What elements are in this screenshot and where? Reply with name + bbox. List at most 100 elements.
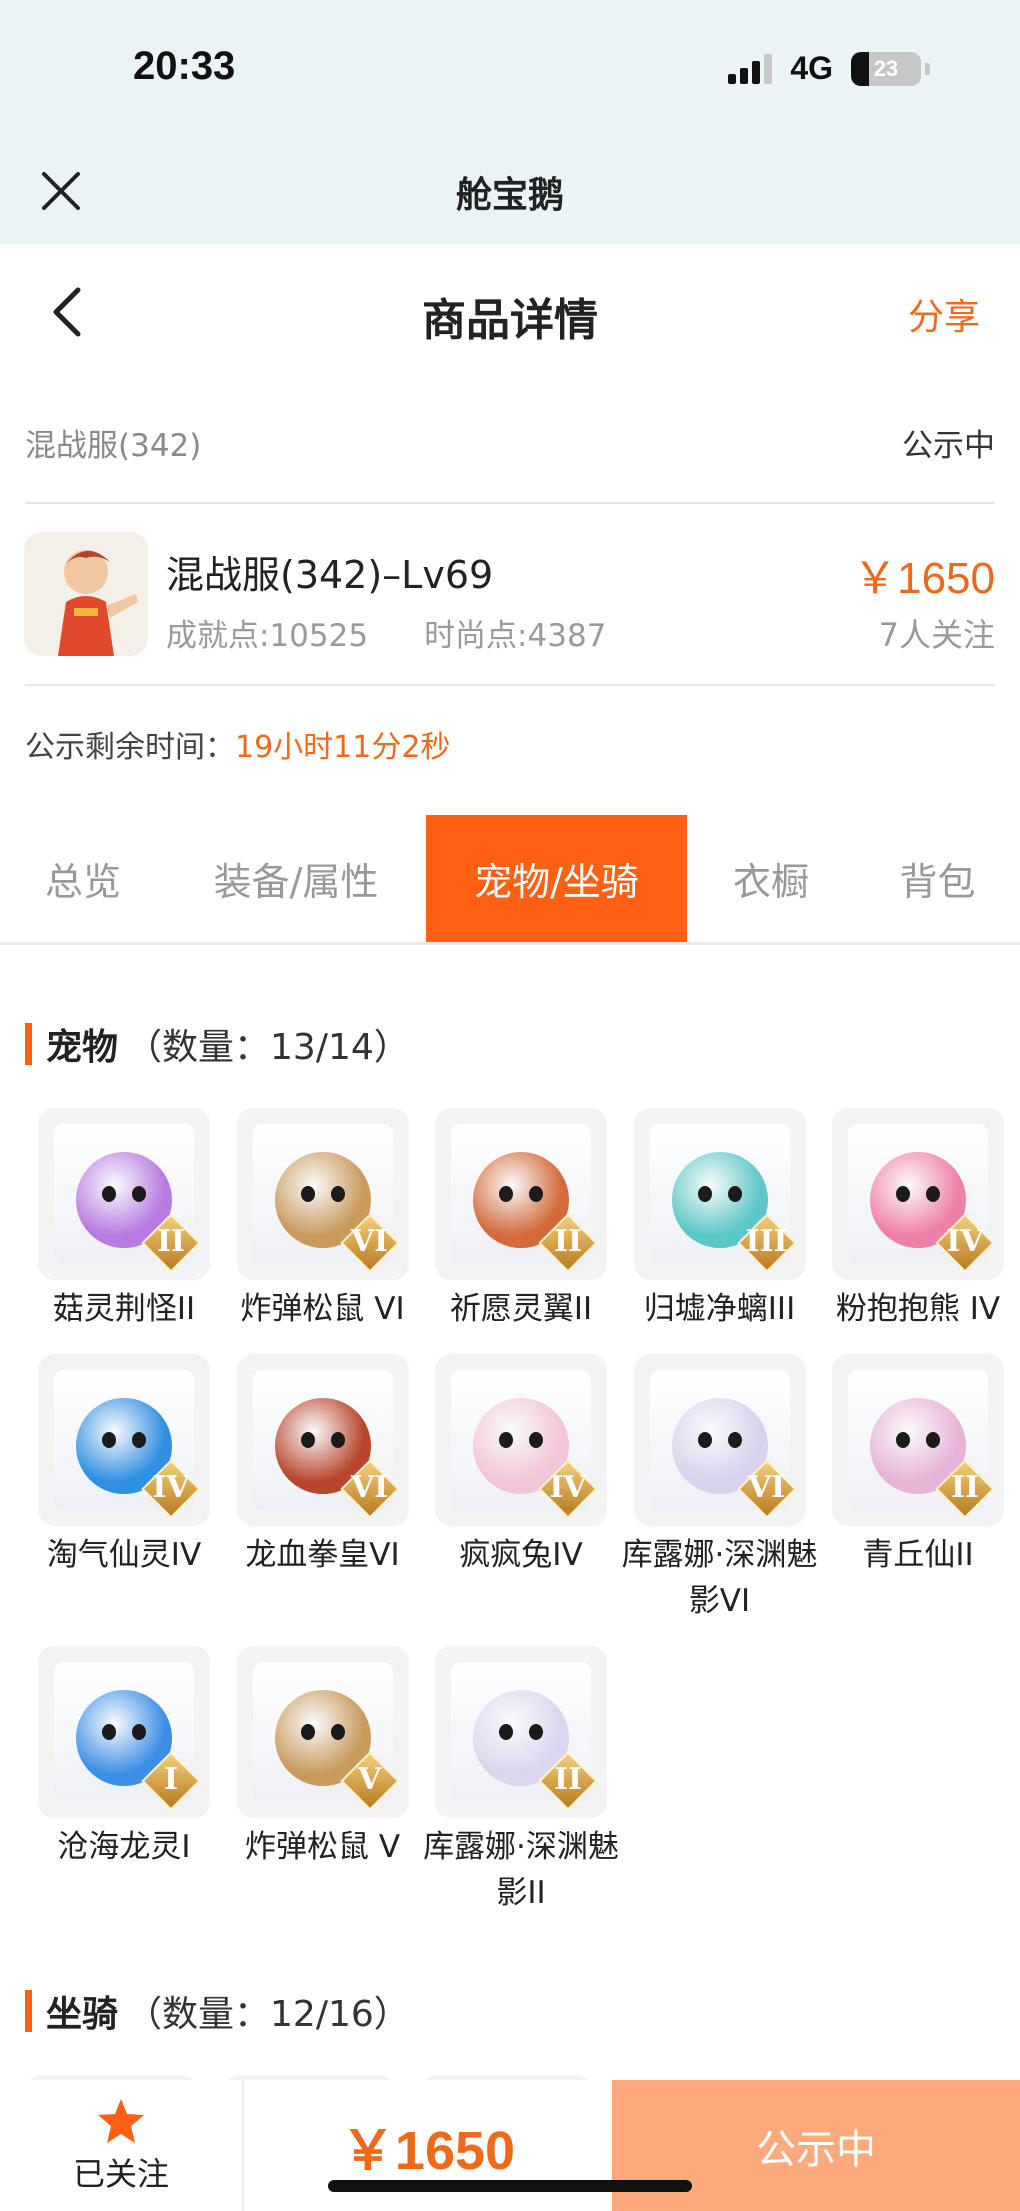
mounts-section-header: 坐骑 （数量：12/16） <box>25 1985 410 2037</box>
pet-name: 库露娜·深渊魅影VI <box>621 1537 818 1619</box>
character-avatar <box>24 532 148 656</box>
grade-label: IV <box>152 1470 190 1505</box>
tab-overview[interactable]: 总览 <box>0 815 166 942</box>
grade-badge-icon: I <box>141 1751 201 1811</box>
follow-button[interactable]: 已关注 <box>0 2080 244 2211</box>
status-indicators: 4G 23 <box>728 50 930 87</box>
pet-card: II <box>435 1108 607 1280</box>
pet-card: III <box>633 1108 806 1280</box>
pet-item[interactable]: VI 龙血拳皇VI <box>224 1354 422 1624</box>
pet-item[interactable]: II 青丘仙II <box>819 1354 1017 1624</box>
grade-label: VI <box>747 1470 786 1505</box>
page-title: 商品详情 <box>422 295 598 346</box>
pets-section-header: 宠物 （数量：13/14） <box>25 1018 410 1070</box>
grade-label: II <box>553 1224 583 1259</box>
star-icon <box>98 2098 144 2143</box>
bottom-price: ￥1650 <box>340 2121 516 2181</box>
tab-backpack[interactable]: 背包 <box>855 815 1020 942</box>
grade-badge-icon: V <box>339 1751 400 1811</box>
tab-equipment[interactable]: 装备/属性 <box>166 815 426 942</box>
listing-status: 公示中 <box>902 428 995 464</box>
pet-name: 归墟净螭III <box>643 1291 796 1327</box>
pet-card: VI <box>236 1354 409 1526</box>
pet-card: II <box>38 1108 210 1280</box>
grade-label: I <box>163 1762 179 1797</box>
detail-tabs: 总览 装备/属性 宠物/坐骑 衣橱 背包 <box>0 815 1020 945</box>
grade-label: II <box>553 1762 583 1797</box>
pet-name: 炸弹松鼠 V <box>244 1829 401 1865</box>
pet-item[interactable]: II 库露娜·深渊魅影II <box>422 1646 620 1916</box>
tab-wardrobe[interactable]: 衣橱 <box>687 815 855 942</box>
pet-item[interactable]: VI 库露娜·深渊魅影VI <box>621 1354 819 1624</box>
remaining-time-label: 公示剩余时间： <box>25 730 235 765</box>
pets-title: 宠物 <box>46 1027 119 1068</box>
product-price: ￥1650 <box>853 554 995 603</box>
section-marker <box>25 1023 32 1065</box>
follow-label: 已关注 <box>72 2154 169 2193</box>
pet-name: 粉抱抱熊 IV <box>835 1291 1001 1327</box>
pet-name: 库露娜·深渊魅影II <box>423 1829 619 1911</box>
divider <box>25 684 995 686</box>
grade-badge-icon: II <box>141 1213 201 1273</box>
grade-badge-icon: VI <box>736 1459 797 1519</box>
pet-item[interactable]: IV 疯疯兔IV <box>422 1354 620 1624</box>
product-name: 混战服(342)–Lv69 <box>166 553 494 597</box>
grade-label: IV <box>946 1224 984 1259</box>
tab-pets-mounts[interactable]: 宠物/坐骑 <box>426 815 687 942</box>
pet-item[interactable]: I 沧海龙灵I <box>25 1646 223 1916</box>
pet-item[interactable]: II 菇灵荆怪II <box>25 1108 223 1332</box>
battery-level: 23 <box>873 55 899 81</box>
grade-badge-icon: II <box>935 1459 995 1519</box>
remaining-time-value: 19小时11分2秒 <box>235 730 451 765</box>
top-header-area: 20:33 4G 23 舱宝鹅 <box>0 0 1020 244</box>
server-name: 混战服(342) <box>25 428 202 464</box>
mounts-count: （数量：12/16） <box>126 1994 410 2035</box>
grade-badge-icon: VI <box>339 1213 400 1273</box>
pet-name: 疯疯兔IV <box>459 1537 583 1573</box>
grade-label: III <box>745 1224 788 1259</box>
grade-label: II <box>950 1470 980 1505</box>
grade-badge-icon: II <box>538 1213 598 1273</box>
pet-item[interactable]: IV 粉抱抱熊 IV <box>819 1108 1017 1332</box>
pet-card: IV <box>38 1354 210 1526</box>
home-indicator <box>328 2180 692 2192</box>
pet-item[interactable]: VI 炸弹松鼠 VI <box>224 1108 422 1332</box>
grade-label: VI <box>350 1470 389 1505</box>
grade-badge-icon: IV <box>141 1459 201 1519</box>
remaining-time: 公示剩余时间：19小时11分2秒 <box>25 722 450 766</box>
pet-item[interactable]: IV 淘气仙灵IV <box>25 1354 223 1624</box>
grade-badge-icon: III <box>736 1213 797 1273</box>
pet-item[interactable]: V 炸弹松鼠 V <box>224 1646 422 1916</box>
status-time: 20:33 <box>133 44 236 88</box>
divider <box>25 502 995 504</box>
pet-name: 菇灵荆怪II <box>52 1291 196 1327</box>
signal-icon <box>728 53 773 84</box>
grade-label: IV <box>549 1470 587 1505</box>
network-type: 4G <box>790 50 833 86</box>
battery-icon: 23 <box>851 51 921 86</box>
follower-count: 7人关注 <box>878 616 995 654</box>
pet-card: V <box>236 1646 409 1818</box>
pet-name: 龙血拳皇VI <box>245 1537 400 1573</box>
pet-item[interactable]: III 归墟净螭III <box>621 1108 819 1332</box>
product-stats: 成就点:10525 时尚点:4387 <box>166 610 606 655</box>
pet-card: IV <box>435 1354 607 1526</box>
pets-count: （数量：13/14） <box>126 1027 410 1068</box>
fashion-points: 时尚点:4387 <box>424 618 607 654</box>
grade-badge-icon: II <box>538 1751 598 1811</box>
grade-label: VI <box>350 1224 389 1259</box>
pet-item[interactable]: II 祈愿灵翼II <box>422 1108 620 1332</box>
mini-program-title: 舱宝鹅 <box>455 175 564 216</box>
share-button[interactable]: 分享 <box>908 288 980 340</box>
grade-label: V <box>357 1762 382 1797</box>
pet-name: 青丘仙II <box>862 1537 974 1573</box>
pet-name: 沧海龙灵I <box>57 1829 191 1865</box>
pet-name: 炸弹松鼠 VI <box>240 1291 405 1327</box>
pet-name: 祈愿灵翼II <box>449 1291 593 1327</box>
achievement-points: 成就点:10525 <box>166 618 369 654</box>
grade-badge-icon: VI <box>339 1459 400 1519</box>
pet-card: VI <box>236 1108 409 1280</box>
pet-grid: II 菇灵荆怪II VI 炸弹松鼠 VI II 祈愿灵翼II III 归墟净螭III IV 粉抱抱… <box>25 1108 1015 1916</box>
pet-name: 淘气仙灵IV <box>46 1537 202 1573</box>
pet-card: I <box>38 1646 210 1818</box>
